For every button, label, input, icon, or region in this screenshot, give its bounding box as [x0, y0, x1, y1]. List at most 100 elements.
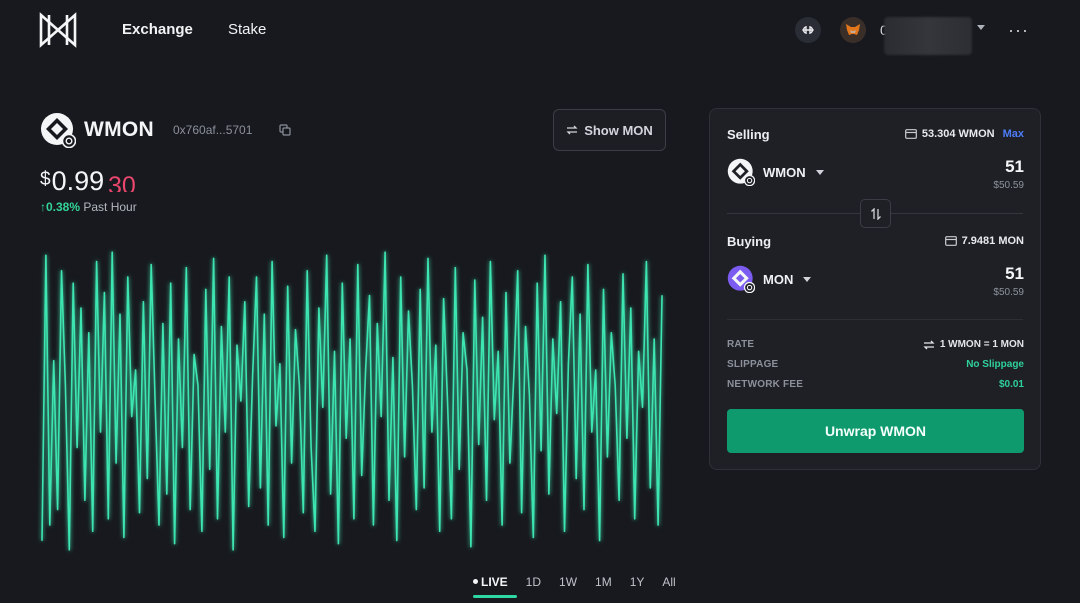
- buying-balance-value: 7.9481 MON: [961, 235, 1024, 247]
- max-button[interactable]: Max: [1003, 128, 1024, 140]
- price-point: [380, 415, 382, 418]
- price-point: [513, 375, 515, 377]
- price-point: [345, 437, 347, 439]
- price-point: [357, 264, 359, 266]
- range-1d[interactable]: 1D: [517, 575, 550, 589]
- price-point: [146, 477, 148, 480]
- price-point: [349, 338, 351, 340]
- unwrap-button[interactable]: Unwrap WMON: [727, 409, 1024, 453]
- range-1y[interactable]: 1Y: [621, 575, 654, 589]
- price-point: [45, 254, 47, 256]
- live-dot-icon: [473, 579, 478, 584]
- price-chart[interactable]: [36, 238, 668, 568]
- price-point: [275, 425, 277, 427]
- price-point: [76, 446, 78, 449]
- rate-value: 1 WMON = 1 MON: [939, 339, 1024, 350]
- price-point: [193, 353, 195, 356]
- price-point: [435, 344, 437, 346]
- price-point: [384, 251, 386, 253]
- nav-stake[interactable]: Stake: [228, 21, 266, 38]
- price-point: [95, 260, 98, 263]
- price-point: [232, 549, 234, 551]
- sell-amount[interactable]: 51 $50.59: [993, 157, 1024, 191]
- price-point: [119, 313, 121, 315]
- price-point: [396, 539, 398, 542]
- rate-value-wrap: 1 WMON = 1 MON: [923, 339, 1024, 350]
- selling-label: Selling: [727, 127, 770, 142]
- sell-token-select[interactable]: WMON: [727, 158, 824, 186]
- token-contract-address[interactable]: 0x760af...5701: [173, 123, 252, 137]
- wallet-avatar[interactable]: [840, 17, 866, 43]
- price-point: [298, 384, 300, 387]
- buy-token-select[interactable]: MON: [727, 265, 812, 293]
- price-point: [591, 431, 593, 433]
- price-point: [536, 282, 538, 284]
- price-point: [255, 276, 258, 278]
- price-point: [337, 543, 339, 545]
- price-point: [333, 350, 336, 352]
- price-point: [599, 539, 601, 542]
- slippage-value: No Slippage: [966, 359, 1024, 370]
- price-point: [485, 499, 488, 501]
- price-point: [64, 384, 66, 387]
- price-point: [571, 276, 573, 278]
- price-point: [587, 264, 589, 266]
- swap-arrows-icon[interactable]: [923, 340, 935, 350]
- price-point: [423, 487, 425, 489]
- price-point: [388, 499, 390, 501]
- price-point: [563, 530, 566, 532]
- price-point: [56, 508, 59, 511]
- bridge-icon: [802, 26, 814, 34]
- selling-balance-value: 53.304 WMON: [921, 128, 995, 140]
- price-point: [474, 279, 476, 281]
- price-point: [575, 477, 577, 480]
- price-point: [493, 419, 495, 421]
- price-point: [259, 487, 261, 489]
- price-point: [228, 276, 230, 278]
- slippage-key: SLIPPAGE: [727, 359, 779, 370]
- price-point: [267, 524, 269, 526]
- price-point: [606, 456, 609, 458]
- price-point: [212, 257, 215, 259]
- rate-key: RATE: [727, 339, 755, 350]
- range-1m[interactable]: 1M: [586, 575, 621, 589]
- price-point: [361, 474, 363, 476]
- bridge-button[interactable]: [795, 17, 821, 43]
- price-point: [548, 493, 550, 495]
- chevron-down-icon: [815, 169, 824, 175]
- price-point: [294, 329, 297, 331]
- price-point: [92, 530, 94, 532]
- metamask-fox-icon: [846, 24, 860, 35]
- swap-panel: Selling 53.304 WMON Max WMON 51 $50.59 B…: [709, 108, 1041, 470]
- price-point: [68, 549, 70, 551]
- price-point: [150, 264, 152, 266]
- range-live[interactable]: LIVE: [464, 575, 517, 598]
- wmon-token-icon: [727, 158, 755, 186]
- network-fee-key: NETWORK FEE: [727, 379, 804, 390]
- price-point: [177, 338, 180, 340]
- price-point: [552, 338, 554, 340]
- price-point: [53, 360, 55, 362]
- more-options-icon[interactable]: ···: [1008, 20, 1029, 41]
- range-1w[interactable]: 1W: [550, 575, 586, 589]
- sell-amount-value[interactable]: 51: [993, 157, 1024, 177]
- price-point: [205, 288, 207, 290]
- range-all[interactable]: All: [653, 575, 684, 589]
- price-currency: $: [40, 169, 51, 190]
- price-point: [501, 524, 503, 526]
- copy-icon[interactable]: [279, 124, 291, 136]
- nav-exchange[interactable]: Exchange: [122, 21, 193, 38]
- price-point: [138, 512, 141, 514]
- monad-logo-icon[interactable]: [38, 12, 78, 48]
- price-point: [329, 493, 332, 495]
- price-point: [170, 282, 172, 284]
- price-point: [181, 446, 183, 449]
- chevron-down-icon[interactable]: [977, 25, 985, 30]
- show-mon-button[interactable]: Show MON: [553, 109, 666, 151]
- price-point: [470, 546, 472, 548]
- price-point: [497, 350, 499, 352]
- price-point: [103, 291, 105, 294]
- flip-direction-button[interactable]: [860, 199, 891, 228]
- buy-amount-usd: $50.59: [993, 287, 1024, 298]
- price-point: [107, 518, 109, 520]
